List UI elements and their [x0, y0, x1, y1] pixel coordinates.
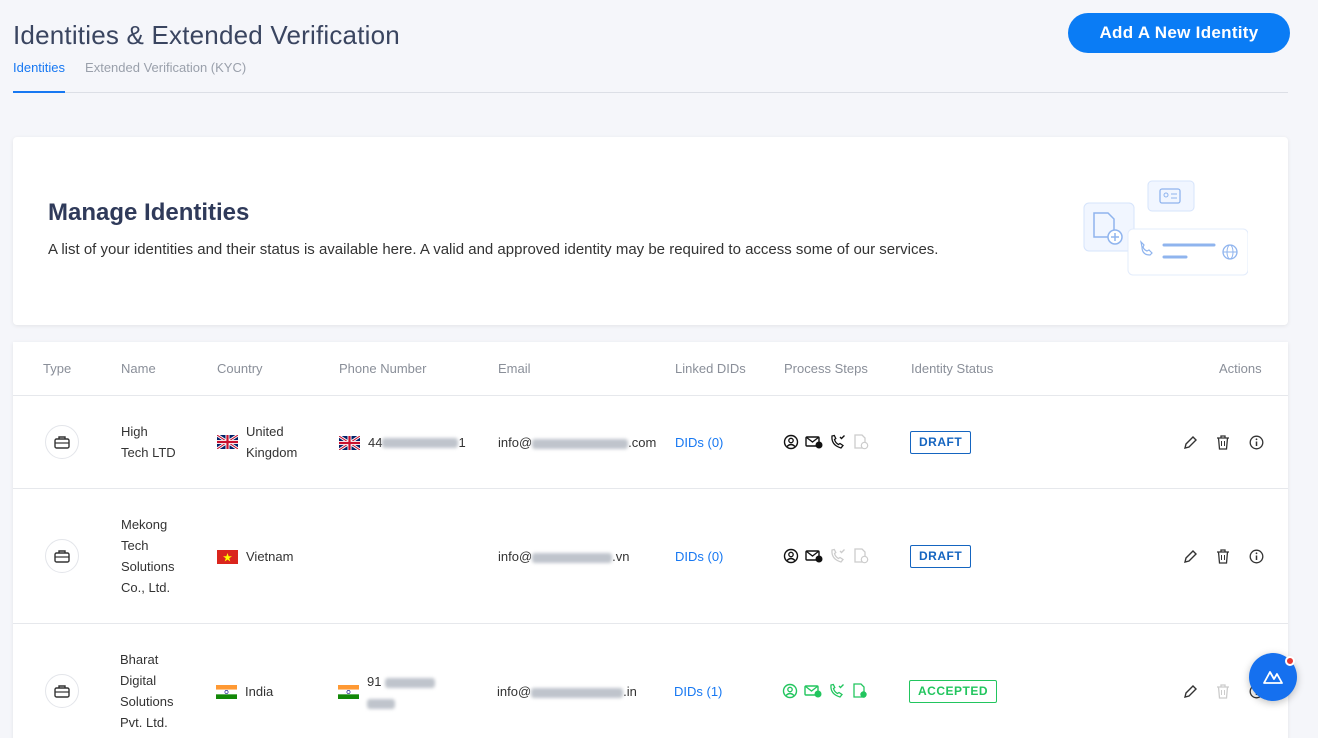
user-circle-icon [782, 683, 798, 699]
user-circle-icon [783, 434, 799, 450]
user-circle-icon [783, 548, 799, 564]
email-prefix: info@ [497, 684, 532, 699]
email-suffix: .in [623, 684, 637, 699]
identity-name-line: Pvt. Ltd. [120, 715, 168, 730]
india-flag-icon [338, 685, 359, 699]
column-linked-dids: Linked DIDs [675, 361, 746, 376]
linked-dids-link[interactable]: DIDs (1) [674, 681, 722, 702]
linked-dids-link[interactable]: DIDs (0) [675, 432, 723, 453]
email-suffix: .vn [612, 549, 630, 564]
notification-dot [1285, 656, 1295, 666]
chat-logo-icon [1263, 671, 1283, 684]
manage-identities-card: Manage Identities A list of your identit… [13, 137, 1288, 325]
phone-check-icon [830, 683, 844, 698]
identity-name-line: Tech LTD [121, 445, 176, 460]
phone-check-icon [831, 434, 845, 449]
column-identity-status: Identity Status [911, 361, 994, 376]
column-country: Country [217, 361, 263, 376]
email-redacted [532, 438, 629, 449]
email-redacted [532, 552, 613, 563]
column-email: Email [498, 361, 531, 376]
column-actions: Actions [1219, 361, 1262, 376]
briefcase-icon [45, 425, 79, 459]
delete-icon [1214, 682, 1232, 700]
tab-extended-verification[interactable]: Extended Verification (KYC) [85, 60, 246, 93]
page-title: Identities & Extended Verification [13, 20, 400, 50]
table-row[interactable]: Bharat Digital Solutions Pvt. Ltd. India… [13, 624, 1288, 738]
phone-number-end: 1 [458, 435, 466, 450]
row-actions [1181, 433, 1265, 451]
row-actions [1181, 547, 1265, 565]
phone-check-icon [831, 548, 845, 563]
country-name: India [245, 684, 274, 699]
phone-number: 91 [367, 674, 382, 689]
process-steps [783, 434, 869, 450]
edit-icon[interactable] [1181, 547, 1199, 565]
edit-icon[interactable] [1181, 682, 1199, 700]
country-name: Vietnam [246, 549, 294, 564]
india-flag-icon [216, 684, 237, 699]
card-title: Manage Identities [48, 199, 250, 226]
phone-number: 44 [368, 435, 383, 450]
document-check-icon [853, 683, 867, 698]
document-check-icon [854, 548, 869, 564]
email-prefix: info@ [498, 549, 533, 564]
identity-name-line: Solutions [120, 694, 174, 709]
column-type: Type [43, 361, 72, 376]
card-description: A list of your identities and their stat… [48, 241, 939, 258]
tab-identities[interactable]: Identities [13, 60, 66, 93]
add-identity-button[interactable]: Add A New Identity [1068, 13, 1290, 53]
table-row[interactable]: Mekong Tech Solutions Co., Ltd. Vietnam … [13, 489, 1288, 624]
info-icon[interactable] [1247, 433, 1265, 451]
identity-name-line: Mekong [121, 517, 168, 532]
process-steps [783, 548, 869, 564]
mail-check-icon [804, 685, 822, 698]
identity-name-line: Solutions [121, 559, 175, 574]
vietnam-flag-icon [217, 549, 238, 564]
column-phone: Phone Number [339, 361, 427, 376]
document-check-icon [854, 434, 869, 450]
email-prefix: info@ [498, 435, 533, 450]
table-row[interactable]: High Tech LTD United Kingdom 44 1 info@.… [13, 396, 1288, 489]
identity-name-line: Tech [121, 538, 149, 553]
identities-table: Type Name Country Phone Number Email Lin… [13, 342, 1288, 738]
uk-flag-icon [217, 435, 238, 449]
linked-dids-link[interactable]: DIDs (0) [675, 546, 723, 567]
country-name-line: Kingdom [246, 445, 298, 460]
edit-icon[interactable] [1181, 433, 1199, 451]
table-header: Type Name Country Phone Number Email Lin… [13, 342, 1288, 396]
chat-launcher-button[interactable] [1249, 653, 1297, 701]
phone-redacted [385, 677, 436, 688]
status-badge: DRAFT [910, 431, 972, 454]
delete-icon[interactable] [1214, 433, 1232, 451]
email-redacted [531, 687, 624, 698]
mail-check-icon [805, 436, 823, 449]
tab-bar: Identities Extended Verification (KYC) [13, 60, 1288, 93]
identity-name-line: Digital [120, 673, 157, 688]
info-icon[interactable] [1247, 547, 1265, 565]
briefcase-icon [45, 539, 79, 573]
delete-icon[interactable] [1214, 547, 1232, 565]
uk-flag-icon [339, 435, 360, 450]
identity-name-line: Bharat [120, 652, 159, 667]
identity-name-line: Co., Ltd. [121, 580, 171, 595]
identity-illustration [1083, 180, 1248, 276]
mail-check-icon [805, 550, 823, 563]
column-name: Name [121, 361, 156, 376]
column-process-steps: Process Steps [784, 361, 868, 376]
process-steps [782, 683, 868, 699]
phone-redacted [382, 437, 459, 448]
briefcase-icon [45, 674, 79, 708]
country-name-line: United [246, 424, 284, 439]
status-badge: DRAFT [910, 545, 972, 568]
status-badge: ACCEPTED [909, 680, 998, 703]
phone-redacted [367, 698, 395, 709]
email-suffix: .com [628, 435, 657, 450]
identity-name-line: High [121, 424, 148, 439]
